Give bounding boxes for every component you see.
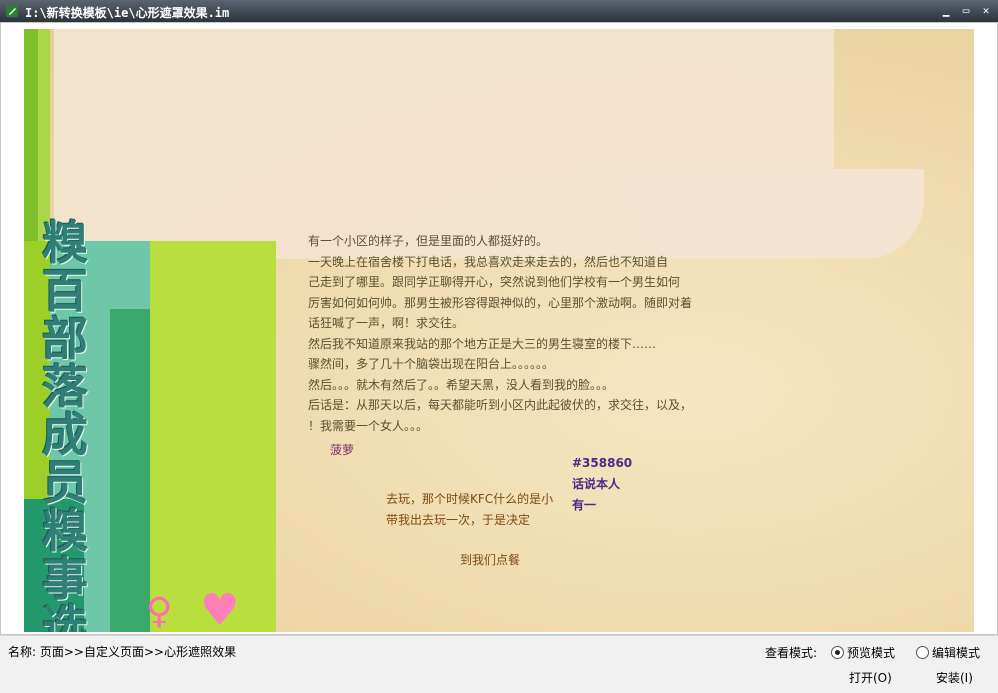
female-symbol-icon: ♀ bbox=[146, 591, 173, 632]
story-line: 有一个小区的样子，但是里面的人都挺好的。 bbox=[308, 234, 549, 248]
story-fragment: 去玩，那个时候KFC什么的是小 bbox=[386, 492, 554, 506]
maximize-button[interactable]: ▭ bbox=[958, 3, 974, 19]
template-preview: 糗 百 部 落 成 员 糗 事 选 ♀ ♥ 有一个小区的样子，但是里面的人都挺好… bbox=[24, 29, 974, 632]
preview-mode-radio[interactable]: 预览模式 bbox=[831, 644, 895, 660]
vertical-title: 糗 百 部 落 成 员 糗 事 选 bbox=[42, 219, 92, 632]
story-line: 话狂喊了一声，啊！求交往。 bbox=[308, 316, 465, 330]
minimize-button[interactable]: ▁ bbox=[938, 3, 954, 19]
title-char: 落 bbox=[42, 360, 88, 414]
title-char: 事 bbox=[42, 552, 88, 606]
second-story-right: #358860 话说本人 有一 bbox=[572, 453, 632, 516]
title-char: 成 bbox=[42, 408, 88, 462]
story-text: 有一个小区的样子，但是里面的人都挺好的。 一天晚上在宿舍楼下打电话，我总喜欢走来… bbox=[308, 231, 708, 436]
title-char: 员 bbox=[42, 456, 88, 510]
window-title: I:\新转换模板\ie\心形遮罩效果.im bbox=[25, 6, 230, 20]
author-signature: 菠萝 bbox=[330, 443, 355, 457]
story-line: 己走到了哪里。跟同学正聊得开心，突然说到他们学校有一个男生如何 bbox=[308, 275, 681, 289]
story-line: 厉害如何如何帅。那男生被形容得跟神似的，心里那个激动啊。随即对着 bbox=[308, 295, 693, 310]
story-line: ！我需要一个女人。。。 bbox=[308, 418, 429, 433]
second-story-left: 去玩，那个时候KFC什么的是小 带我出去玩一次，于是决定 bbox=[386, 489, 553, 531]
view-mode-label: 查看模式: bbox=[765, 646, 818, 660]
close-button[interactable]: ✕ bbox=[978, 3, 994, 19]
title-char: 部 bbox=[42, 312, 88, 366]
title-char: 糗 bbox=[42, 504, 88, 558]
dark-green-block bbox=[110, 309, 150, 632]
title-char: 糗 bbox=[42, 216, 88, 270]
lime-block bbox=[150, 241, 276, 632]
story-line: 后话是：从那天以后，每天都能听到小区内此起彼伏的，求交往，以及， bbox=[308, 398, 693, 412]
radio-unchecked-icon[interactable] bbox=[916, 645, 929, 659]
story-fragment: 有一 bbox=[572, 498, 597, 512]
title-bar: I:\新转换模板\ie\心形遮罩效果.im ▁ ▭ ✕ bbox=[0, 0, 998, 22]
story-line: 骤然间，多了几十个脑袋出现在阳台上。。。。。。 bbox=[308, 357, 555, 371]
story-line: 然后。。。就木有然后了。。希望天黑，没人看到我的脸。。。 bbox=[308, 377, 615, 392]
breadcrumb: 名称: 页面>>自定义页面>>心形遮照效果 bbox=[8, 645, 237, 659]
story-fragment: 话说本人 bbox=[572, 477, 621, 491]
radio-checked-icon[interactable] bbox=[831, 645, 844, 659]
pink-decoration-icon: ♥ bbox=[200, 585, 240, 632]
story-line: 然后我不知道原来我站的那个地方正是大三的男生寝室的楼下…… bbox=[308, 336, 657, 351]
story-fragment: 带我出去玩一次，于是决定 bbox=[386, 513, 531, 527]
status-bar: 名称: 页面>>自定义页面>>心形遮照效果 查看模式: 预览模式 编辑模式 打开… bbox=[0, 635, 998, 693]
open-button[interactable]: 打开(O) bbox=[849, 669, 892, 686]
story-line: 一天晚上在宿舍楼下打电话，我总喜欢走来走去的，然后也不知道自 bbox=[308, 254, 669, 269]
title-char: 百 bbox=[42, 264, 88, 318]
install-button[interactable]: 安装(I) bbox=[936, 669, 973, 686]
title-char: 选 bbox=[42, 600, 88, 632]
story-fragment: 到我们点餐 bbox=[460, 553, 521, 567]
preview-mode-label[interactable]: 预览模式 bbox=[847, 644, 895, 661]
pencil-icon bbox=[6, 5, 18, 17]
post-id: #358860 bbox=[572, 456, 633, 470]
edit-mode-label[interactable]: 编辑模式 bbox=[932, 644, 980, 661]
edit-mode-radio[interactable]: 编辑模式 bbox=[916, 644, 980, 660]
